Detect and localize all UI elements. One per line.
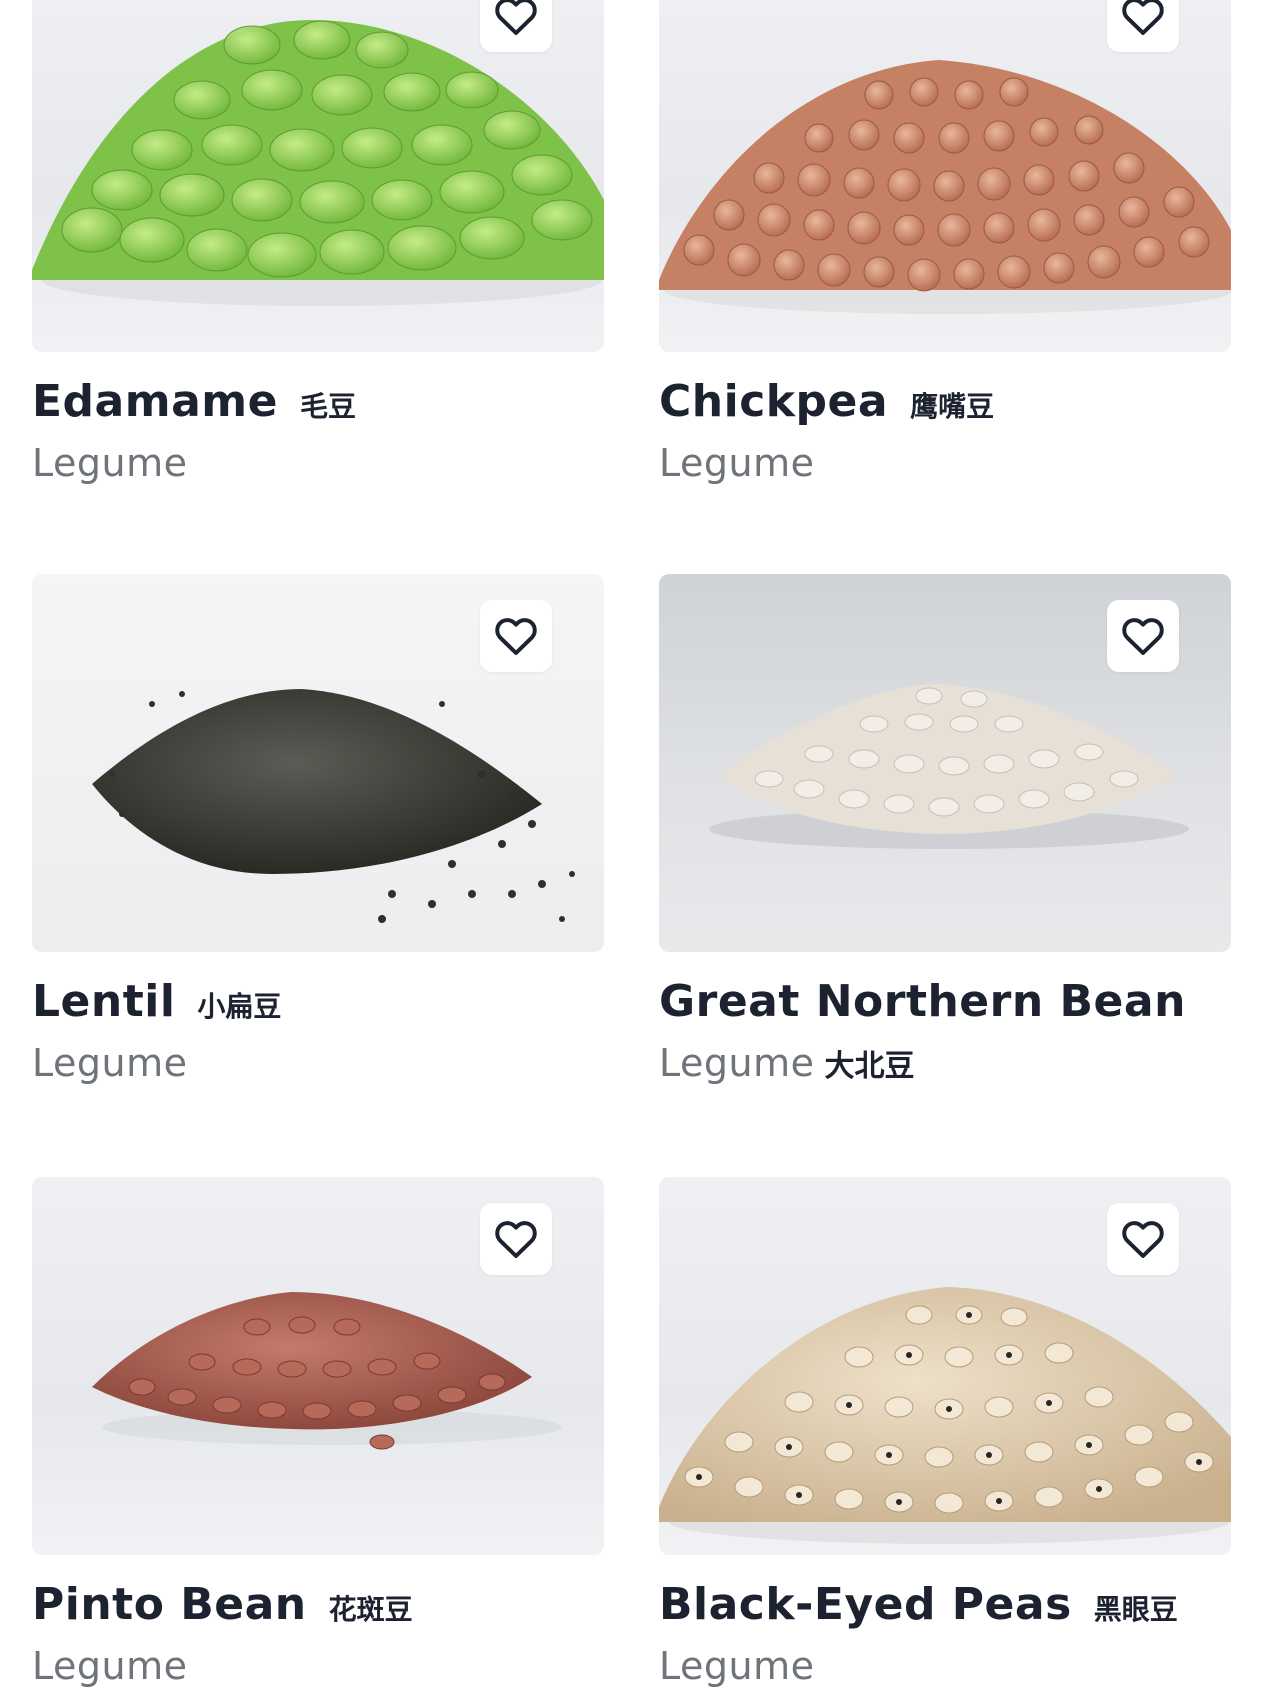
product-image-edamame[interactable] <box>32 0 604 352</box>
product-card-great-northern-bean[interactable]: Great Northern Bean Legume 大北豆 <box>659 574 1231 1085</box>
product-category: Legume <box>32 1644 188 1688</box>
favorite-button-lentil[interactable] <box>480 600 552 672</box>
product-image-lentil[interactable] <box>32 574 604 952</box>
product-image-chickpea[interactable] <box>659 0 1231 352</box>
product-card-edamame[interactable]: Edamame 毛豆 Legume <box>32 0 604 485</box>
favorite-button-black-eyed-peas[interactable] <box>1107 1203 1179 1275</box>
heart-outline-icon <box>495 1221 537 1258</box>
product-category: Legume <box>659 1041 815 1085</box>
product-name[interactable]: Pinto Bean <box>32 1579 307 1630</box>
product-card-lentil[interactable]: Lentil 小扁豆 Legume <box>32 574 604 1085</box>
product-card-black-eyed-peas[interactable]: Black-Eyed Peas 黑眼豆 Legume <box>659 1177 1231 1688</box>
favorite-button-great-northern-bean[interactable] <box>1107 600 1179 672</box>
product-image-great-northern-bean[interactable] <box>659 574 1231 952</box>
chickpea-pile-image <box>659 60 1231 314</box>
product-name-chinese: 毛豆 <box>299 390 356 423</box>
product-name[interactable]: Chickpea <box>659 376 888 427</box>
product-name-chinese: 黑眼豆 <box>1093 1593 1178 1626</box>
product-name-chinese: 花斑豆 <box>328 1593 413 1626</box>
product-category: Legume <box>659 1644 815 1688</box>
favorite-button-edamame[interactable] <box>480 0 552 52</box>
product-category: Legume <box>659 441 815 485</box>
heart-outline-icon <box>495 0 537 35</box>
product-category: Legume <box>32 1041 188 1085</box>
heart-outline-icon <box>1122 0 1164 35</box>
product-category-chinese: 大北豆 <box>824 1049 915 1084</box>
heart-outline-icon <box>495 618 537 655</box>
product-name[interactable]: Edamame <box>32 376 278 427</box>
product-name[interactable]: Great Northern Bean <box>659 976 1186 1027</box>
product-name-chinese: 鹰嘴豆 <box>910 390 995 423</box>
product-name[interactable]: Lentil <box>32 976 175 1027</box>
product-image-pinto-bean[interactable] <box>32 1177 604 1555</box>
product-category: Legume <box>32 441 188 485</box>
product-name[interactable]: Black-Eyed Peas <box>659 1579 1072 1630</box>
favorite-button-pinto-bean[interactable] <box>480 1203 552 1275</box>
product-card-pinto-bean[interactable]: Pinto Bean 花斑豆 Legume <box>32 1177 604 1688</box>
heart-outline-icon <box>1122 1221 1164 1258</box>
favorite-button-chickpea[interactable] <box>1107 0 1179 52</box>
product-image-black-eyed-peas[interactable] <box>659 1177 1231 1555</box>
edamame-pile-image <box>32 20 604 306</box>
heart-outline-icon <box>1122 618 1164 655</box>
product-card-chickpea[interactable]: Chickpea 鹰嘴豆 Legume <box>659 0 1231 485</box>
product-name-chinese: 小扁豆 <box>197 990 282 1023</box>
